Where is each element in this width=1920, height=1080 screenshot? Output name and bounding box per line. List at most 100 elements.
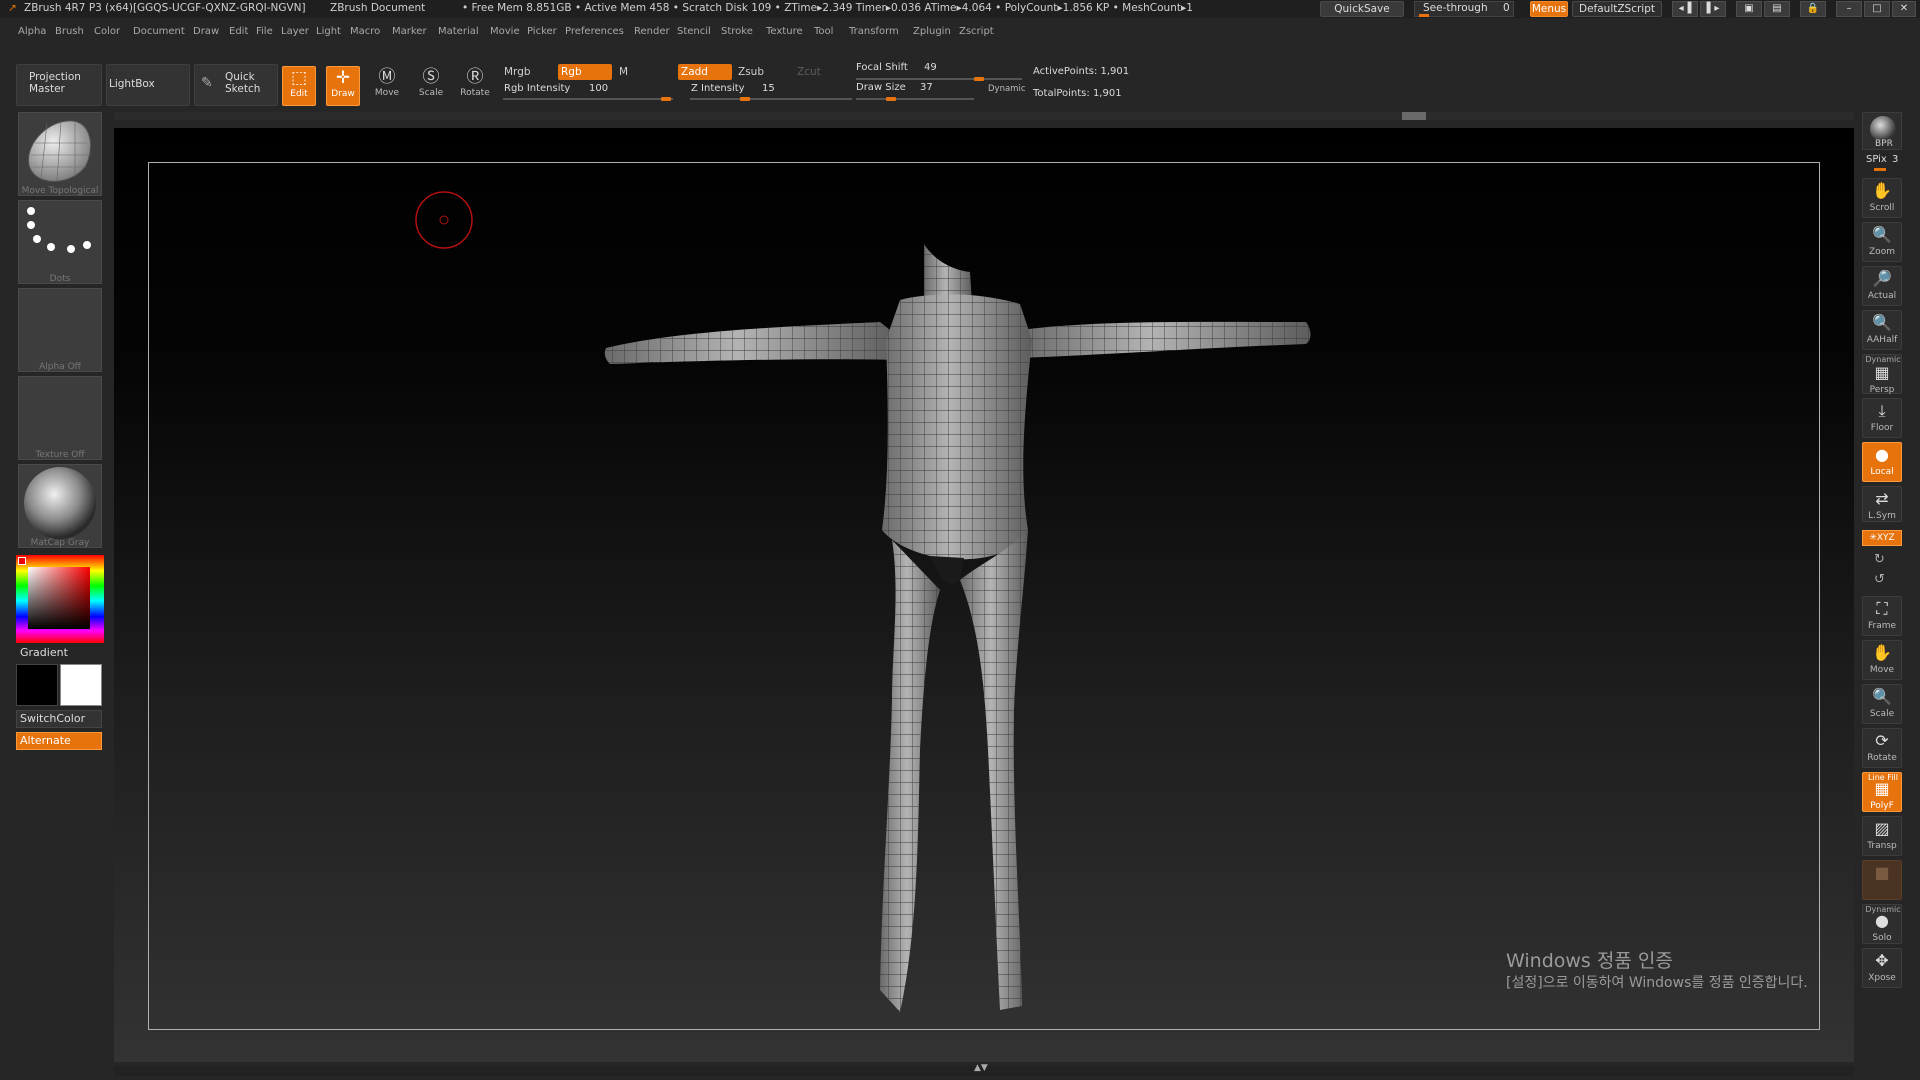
see-through-knob[interactable] xyxy=(1419,14,1429,17)
minimize-icon[interactable]: – xyxy=(1836,1,1862,17)
menu-transform[interactable]: Transform xyxy=(849,26,899,37)
focal-shift-knob[interactable] xyxy=(974,77,984,81)
m-button[interactable]: M xyxy=(616,64,656,80)
ghost-button[interactable]: ■ xyxy=(1862,860,1902,900)
menu-edit[interactable]: Edit xyxy=(229,26,248,37)
focal-shift-slider[interactable]: Focal Shift 49 xyxy=(856,62,1024,82)
persp-button[interactable]: Dynamic ▦ Persp xyxy=(1862,354,1902,395)
draw-size-knob[interactable] xyxy=(886,97,896,101)
alternate-button[interactable]: Alternate xyxy=(16,732,102,750)
xpose-button[interactable]: ✥ Xpose xyxy=(1862,948,1902,988)
material-thumbnail[interactable] xyxy=(18,464,102,548)
menu-light[interactable]: Light xyxy=(316,26,341,37)
switchcolor-button[interactable]: SwitchColor xyxy=(16,710,102,728)
menu-document[interactable]: Document xyxy=(133,26,185,37)
menu-zplugin[interactable]: Zplugin xyxy=(913,26,951,37)
rgb-intensity-knob[interactable] xyxy=(661,97,671,101)
polyf-button[interactable]: Line Fill ▦ PolyF xyxy=(1862,772,1902,812)
menu-material[interactable]: Material xyxy=(438,26,479,37)
menu-zscript[interactable]: Zscript xyxy=(959,26,994,37)
horizontal-scroll-thumb[interactable] xyxy=(1402,112,1426,120)
gradient-label[interactable]: Gradient xyxy=(20,646,68,659)
horizontal-scrollbar[interactable] xyxy=(114,112,1854,120)
mrgb-button[interactable]: Mrgb xyxy=(501,64,555,80)
scale-view-button[interactable]: 🔍 Scale xyxy=(1862,684,1902,724)
close-icon[interactable]: ✕ xyxy=(1892,1,1916,17)
zoom-button[interactable]: 🔍 Zoom xyxy=(1862,222,1902,262)
zadd-button[interactable]: Zadd xyxy=(678,64,732,80)
layout-icon-1[interactable]: ▣ xyxy=(1736,1,1762,17)
spix-slider[interactable]: SPix 3 xyxy=(1862,154,1902,174)
menu-color[interactable]: Color xyxy=(94,26,120,37)
projection-master-button[interactable]: Projection Master xyxy=(16,64,102,106)
menu-layer[interactable]: Layer xyxy=(281,26,309,37)
texture-thumbnail[interactable] xyxy=(18,376,102,460)
menu-alpha[interactable]: Alpha xyxy=(18,26,46,37)
draw-size-value: 37 xyxy=(920,82,933,93)
projection-master-label: Projection Master xyxy=(29,71,81,95)
default-zscript-button[interactable]: DefaultZScript xyxy=(1572,1,1662,17)
edit-button[interactable]: ⬚ Edit xyxy=(282,66,316,106)
menu-movie[interactable]: Movie xyxy=(490,26,520,37)
quick-sketch-button[interactable]: ✎ Quick Sketch xyxy=(194,64,278,106)
layout-icon-2[interactable]: ▤ xyxy=(1764,1,1790,17)
scale-button[interactable]: Ⓢ Scale xyxy=(414,66,448,106)
see-through-slider[interactable]: See-through 0 xyxy=(1414,1,1514,17)
lsym-button[interactable]: ⇄ L.Sym xyxy=(1862,486,1902,522)
secondary-color-swatch[interactable] xyxy=(60,664,102,706)
rotate-y-icon[interactable]: ↻ xyxy=(1874,552,1885,567)
brush-thumbnail[interactable] xyxy=(18,112,102,196)
xyz-button[interactable]: ✳XYZ xyxy=(1862,530,1902,546)
scroll-button[interactable]: ✋ Scroll xyxy=(1862,178,1902,218)
saturation-square[interactable] xyxy=(28,567,90,629)
aahalf-button[interactable]: 🔍 AAHalf xyxy=(1862,310,1902,350)
menu-macro[interactable]: Macro xyxy=(350,26,380,37)
solo-button[interactable]: Dynamic ● Solo xyxy=(1862,904,1902,944)
color-picker[interactable] xyxy=(16,555,104,643)
menu-stroke[interactable]: Stroke xyxy=(721,26,753,37)
stroke-thumbnail[interactable] xyxy=(18,200,102,284)
menu-marker[interactable]: Marker xyxy=(392,26,427,37)
menu-file[interactable]: File xyxy=(256,26,273,37)
alpha-thumbnail[interactable] xyxy=(18,288,102,372)
actual-button[interactable]: 🔎 Actual xyxy=(1862,266,1902,306)
menu-preferences[interactable]: Preferences xyxy=(565,26,624,37)
restore-icon[interactable]: □ xyxy=(1864,1,1890,17)
menu-stencil[interactable]: Stencil xyxy=(677,26,711,37)
bottom-tray-handle[interactable]: ▲▼ xyxy=(114,1063,1854,1076)
zsub-button[interactable]: Zsub xyxy=(735,64,789,80)
menu-render[interactable]: Render xyxy=(634,26,670,37)
move-button[interactable]: Ⓜ Move xyxy=(370,66,404,106)
floor-button[interactable]: ⤓ Floor xyxy=(1862,398,1902,438)
next-layout-icon[interactable]: ▌▸ xyxy=(1700,1,1726,17)
bpr-button[interactable]: BPR xyxy=(1862,112,1902,150)
tray-arrows-icon[interactable]: ▲▼ xyxy=(974,1063,988,1073)
quicksave-button[interactable]: QuickSave xyxy=(1320,1,1404,17)
local-button[interactable]: ● Local xyxy=(1862,442,1902,482)
menus-button[interactable]: Menus xyxy=(1530,1,1568,17)
rgb-intensity-slider[interactable]: Rgb Intensity 100 xyxy=(501,82,675,102)
frame-button[interactable]: ⛶ Frame xyxy=(1862,596,1902,636)
z-intensity-slider[interactable]: Z Intensity 15 xyxy=(688,82,854,102)
menu-texture[interactable]: Texture xyxy=(766,26,803,37)
rotate-view-button[interactable]: ⟳ Rotate xyxy=(1862,728,1902,768)
rotate-button[interactable]: Ⓡ Rotate xyxy=(458,66,492,106)
draw-button[interactable]: ✛ Draw xyxy=(326,66,360,106)
z-intensity-knob[interactable] xyxy=(740,97,750,101)
transp-button[interactable]: ▨ Transp xyxy=(1862,816,1902,856)
zcut-button[interactable]: Zcut xyxy=(794,64,834,80)
menu-brush[interactable]: Brush xyxy=(55,26,84,37)
lock-icon[interactable]: 🔒 xyxy=(1800,1,1826,17)
lightbox-button[interactable]: LightBox xyxy=(106,64,190,106)
dynamic-toggle[interactable]: Dynamic xyxy=(988,84,1026,94)
prev-layout-icon[interactable]: ◂▐ xyxy=(1672,1,1698,17)
mesh-body-model[interactable] xyxy=(600,230,1320,1030)
rgb-button[interactable]: Rgb xyxy=(558,64,612,80)
menu-picker[interactable]: Picker xyxy=(527,26,557,37)
menu-draw[interactable]: Draw xyxy=(193,26,219,37)
menu-tool[interactable]: Tool xyxy=(814,26,833,37)
main-color-swatch[interactable] xyxy=(16,664,58,706)
move-view-button[interactable]: ✋ Move xyxy=(1862,640,1902,680)
rotate-z-icon[interactable]: ↺ xyxy=(1874,572,1885,587)
spix-knob[interactable] xyxy=(1874,168,1886,171)
